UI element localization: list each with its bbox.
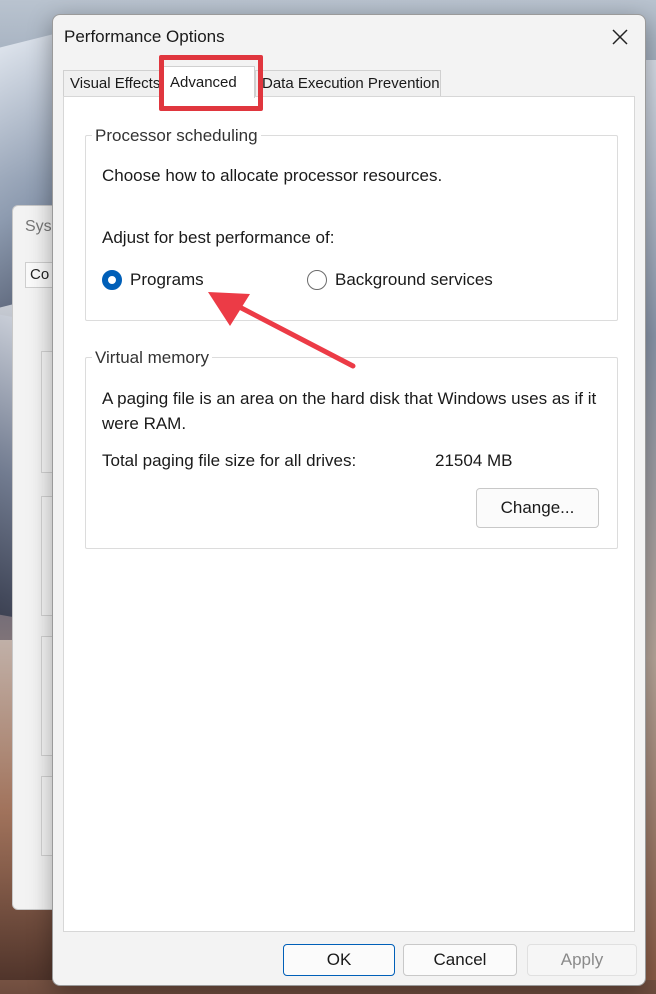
processor-choose-text: Choose how to allocate processor resourc… [102, 166, 443, 185]
processor-scheduling-legend: Processor scheduling [92, 126, 261, 146]
tab-strip: Visual Effects Advanced Data Execution P… [63, 66, 635, 98]
programs-radio[interactable]: Programs [102, 270, 204, 290]
radio-checked-icon [102, 270, 122, 290]
virtual-memory-group: Virtual memory A paging file is an area … [85, 348, 618, 549]
change-button[interactable]: Change... [476, 488, 599, 528]
background-window-title: Sys [25, 218, 52, 235]
title-bar[interactable]: Performance Options [53, 15, 645, 59]
total-paging-label: Total paging file size for all drives: [102, 451, 357, 470]
ok-button[interactable]: OK [283, 944, 395, 976]
apply-button[interactable]: Apply [527, 944, 637, 976]
tab-advanced[interactable]: Advanced [163, 66, 255, 98]
processor-scheduling-group: Processor scheduling Choose how to alloc… [85, 126, 618, 321]
processor-adjust-text: Adjust for best performance of: [102, 228, 335, 247]
performance-options-dialog: Performance Options Visual Effects Advan… [52, 14, 646, 986]
advanced-tab-panel: Processor scheduling Choose how to alloc… [63, 96, 635, 932]
tab-data-execution-prevention[interactable]: Data Execution Prevention [255, 70, 441, 96]
close-icon [612, 29, 628, 45]
close-button[interactable] [605, 23, 635, 51]
cancel-button[interactable]: Cancel [403, 944, 517, 976]
tab-visual-effects[interactable]: Visual Effects [63, 70, 163, 96]
paging-file-description: A paging file is an area on the hard dis… [102, 389, 597, 433]
total-paging-value: 21504 MB [435, 451, 513, 470]
dialog-title: Performance Options [64, 27, 225, 46]
virtual-memory-legend: Virtual memory [92, 348, 212, 368]
background-services-radio-label: Background services [335, 270, 493, 289]
background-services-radio[interactable]: Background services [307, 270, 493, 290]
radio-unchecked-icon [307, 270, 327, 290]
programs-radio-label: Programs [130, 270, 204, 289]
